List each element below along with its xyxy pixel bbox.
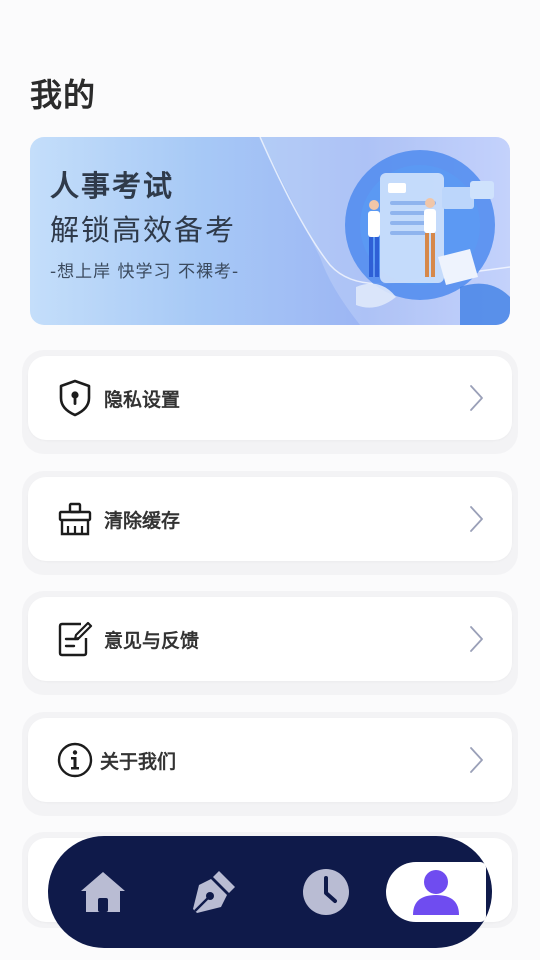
- page-title: 我的: [30, 76, 97, 114]
- menu-item-label: 隐私设置: [104, 388, 181, 411]
- menu-item-label: 清除缓存: [104, 509, 181, 532]
- clock-icon: [303, 869, 349, 915]
- chevron-right-icon: [470, 385, 483, 411]
- chevron-right-icon: [470, 747, 483, 773]
- banner-title-line2: 解锁高效备考: [50, 213, 237, 247]
- chevron-right-icon: [470, 626, 483, 652]
- shield-lock-icon: [56, 379, 94, 417]
- nav-practice[interactable]: [164, 836, 264, 948]
- broom-icon: [56, 500, 94, 538]
- chevron-right-icon: [470, 506, 483, 532]
- edit-note-icon: [56, 620, 94, 658]
- nav-home[interactable]: [53, 836, 153, 948]
- user-icon: [413, 870, 459, 915]
- menu-item-label: 关于我们: [100, 750, 177, 773]
- home-icon: [81, 872, 125, 912]
- nav-history[interactable]: [276, 836, 376, 948]
- bottom-navigation: [48, 836, 492, 948]
- nav-profile[interactable]: [386, 836, 486, 948]
- banner-slogan: -想上岸 快学习 不裸考-: [50, 262, 240, 282]
- menu-item-about-us[interactable]: 关于我们: [22, 712, 518, 816]
- study-illustration: [345, 150, 510, 325]
- menu-item-privacy[interactable]: 隐私设置: [22, 350, 518, 454]
- menu-item-feedback[interactable]: 意见与反馈: [22, 591, 518, 695]
- banner-title-line1: 人事考试: [50, 169, 175, 203]
- menu-item-label: 意见与反馈: [104, 629, 200, 652]
- info-icon: [56, 741, 94, 779]
- menu-item-clear-cache[interactable]: 清除缓存: [22, 471, 518, 575]
- pen-icon: [193, 871, 235, 913]
- promo-banner[interactable]: 人事考试 解锁高效备考 -想上岸 快学习 不裸考-: [30, 137, 510, 325]
